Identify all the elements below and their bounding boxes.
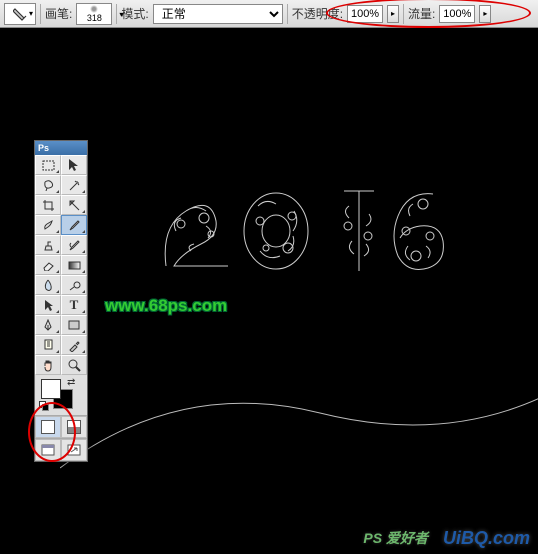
chevron-down-icon[interactable]: ▾ [119,10,123,19]
healing-brush-tool[interactable] [35,215,61,235]
brush-dot-icon [90,5,98,13]
tool-preset-picker[interactable]: ▾ [4,3,36,25]
divider [403,4,404,24]
lasso-tool[interactable] [35,175,61,195]
flow-label: 流量: [408,5,435,22]
flow-input[interactable] [439,5,475,23]
marquee-tool[interactable] [35,155,61,175]
divider [40,4,41,24]
opacity-label: 不透明度: [292,5,343,22]
path-selection-tool[interactable] [35,295,61,315]
footer-ps-text: PS 爱好者 [363,528,428,548]
opacity-input[interactable] [347,5,383,23]
magic-wand-tool[interactable] [61,175,87,195]
path-curve [60,338,538,538]
slice-tool[interactable] [61,195,87,215]
brush-size-value: 318 [87,13,102,23]
edit-mode-row [35,415,87,438]
watermark-text: www.68ps.com [105,296,227,316]
default-colors-icon[interactable] [39,401,49,411]
toolbox-header[interactable]: Ps [35,141,87,155]
divider [116,4,117,24]
shape-tool[interactable] [61,315,87,335]
zoom-tool[interactable] [61,355,87,375]
eyedropper-tool[interactable] [61,335,87,355]
blend-mode-select[interactable]: 正常 [153,4,283,24]
swap-colors-icon[interactable]: ⇄ [67,377,75,388]
opacity-flyout-button[interactable]: ▸ [387,5,399,23]
screen-mode-row [35,438,87,461]
history-brush-tool[interactable] [61,235,87,255]
brush-label: 画笔: [45,5,72,22]
chevron-down-icon: ▾ [29,9,33,18]
brush-tool[interactable] [61,215,87,235]
hand-tool[interactable] [35,355,61,375]
move-tool[interactable] [61,155,87,175]
tool-grid: T [35,155,87,375]
pen-tool[interactable] [35,315,61,335]
footer-brand: UiBQ.com [443,528,530,549]
jump-to-button[interactable] [61,439,87,461]
brush-preset-picker[interactable]: 318 ▾ [76,3,112,25]
toolbox-panel: Ps T ⇄ [34,140,88,462]
color-swatch-area: ⇄ [35,375,87,415]
blur-tool[interactable] [35,275,61,295]
notes-tool[interactable] [35,335,61,355]
screen-mode-button[interactable] [35,439,61,461]
standard-mode-button[interactable] [35,416,61,438]
divider [287,4,288,24]
options-bar: ▾ 画笔: 318 ▾ 模式: 正常 不透明度: ▸ 流量: ▸ [0,0,538,28]
gradient-tool[interactable] [61,255,87,275]
dodge-tool[interactable] [61,275,87,295]
ps-logo: Ps [38,143,49,153]
foreground-color[interactable] [41,379,61,399]
quickmask-mode-button[interactable] [61,416,87,438]
eraser-tool[interactable] [35,255,61,275]
artwork-2016 [156,176,476,286]
mode-label: 模式: [121,5,148,22]
crop-tool[interactable] [35,195,61,215]
type-tool[interactable]: T [61,295,87,315]
clone-stamp-tool[interactable] [35,235,61,255]
flow-flyout-button[interactable]: ▸ [479,5,491,23]
